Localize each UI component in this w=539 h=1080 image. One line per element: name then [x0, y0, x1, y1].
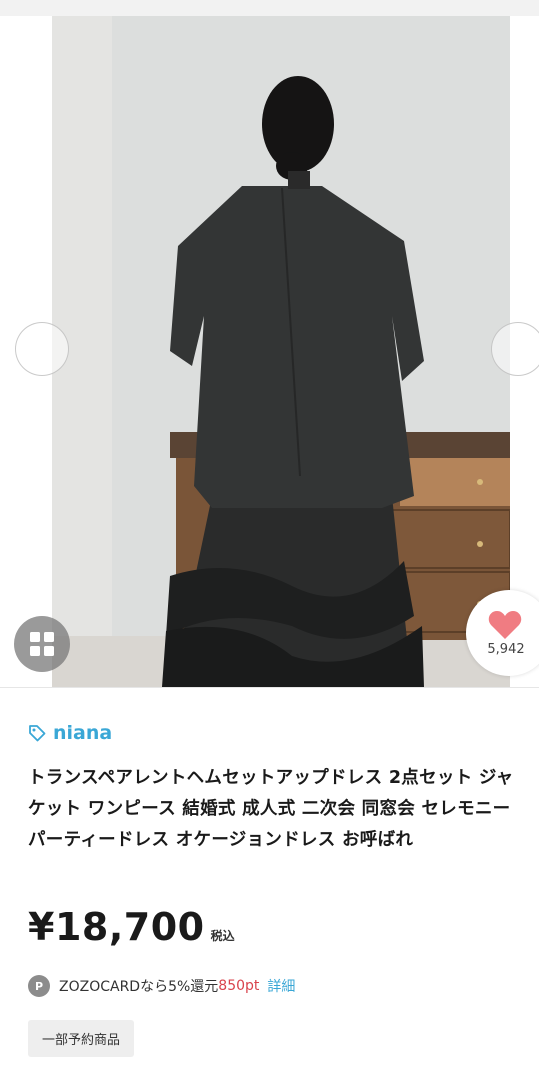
divider: [0, 687, 539, 688]
points-info: P ZOZOCARDなら5%還元 850pt 詳細: [28, 975, 295, 997]
points-icon: P: [28, 975, 50, 997]
chevron-left-icon: [36, 340, 47, 358]
grid-icon: [30, 632, 54, 656]
brand-link[interactable]: niana: [28, 722, 112, 744]
points-value: 850pt: [218, 978, 260, 994]
brand-name[interactable]: niana: [53, 722, 112, 744]
favorite-count: 5,942: [487, 642, 525, 657]
top-bar: [0, 0, 539, 16]
product-image-gallery[interactable]: 5,942: [0, 16, 539, 687]
next-image-button[interactable]: [491, 322, 539, 376]
tax-label: 税込: [210, 929, 235, 943]
points-text: ZOZOCARDなら5%還元: [59, 979, 219, 995]
previous-image-button[interactable]: [15, 322, 69, 376]
tag-icon: [29, 725, 46, 742]
chevron-right-icon: [513, 340, 524, 358]
product-photo: [52, 16, 510, 687]
heart-icon: [488, 611, 522, 639]
price-row: ¥18,700 税込: [28, 905, 235, 949]
product-price: ¥18,700: [28, 905, 205, 949]
points-detail-link[interactable]: 詳細: [267, 976, 295, 996]
preorder-tag: 一部予約商品: [28, 1020, 135, 1057]
product-title: トランスペアレントヘムセットアップドレス 2点セット ジャケット ワンピース 結…: [28, 768, 514, 850]
image-list-button[interactable]: [14, 616, 70, 672]
